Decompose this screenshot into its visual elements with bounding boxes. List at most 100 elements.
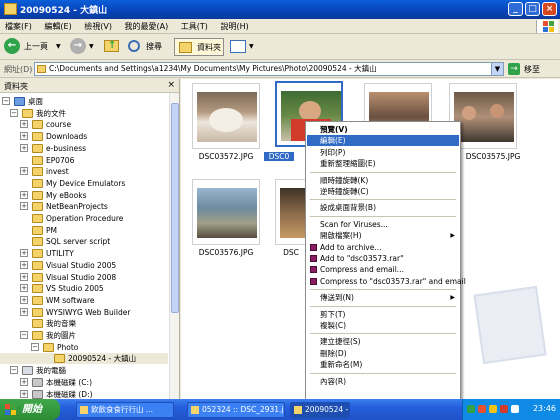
context-menu-item[interactable]: 傳送到(N) ▶ <box>307 292 459 303</box>
menu-favorites[interactable]: 我的最愛(A) <box>120 19 174 34</box>
context-menu-item[interactable]: 設成桌面背景(B) <box>307 202 459 213</box>
tray-app-icon[interactable] <box>511 405 519 413</box>
tree-item[interactable]: + WYSIWYG Web Builder <box>0 307 168 318</box>
network-icon[interactable] <box>467 405 475 413</box>
address-dropdown-button[interactable]: ▼ <box>491 63 503 75</box>
context-menu-item[interactable]: 內容(R) <box>307 376 459 387</box>
context-menu-item[interactable]: 重新整理縮圖(E) <box>307 158 459 169</box>
context-menu-item[interactable]: Add to archive... <box>307 242 459 253</box>
tree-item[interactable]: 我的音樂 <box>0 318 168 329</box>
expand-icon[interactable]: + <box>20 167 28 176</box>
tree-item[interactable]: + VS Studio 2005 <box>0 283 168 294</box>
minimize-button[interactable]: _ <box>508 2 523 16</box>
context-menu-item[interactable]: 複製(C) <box>307 320 459 331</box>
context-menu-item[interactable]: 建立捷徑(S) <box>307 336 459 347</box>
tree-item[interactable]: + WM software <box>0 295 168 306</box>
thumbnail-item[interactable] <box>192 179 260 245</box>
start-button[interactable]: 開始 <box>0 399 60 420</box>
tree-item[interactable]: + My eBooks <box>0 190 168 201</box>
context-menu-item[interactable]: 預覽(V) <box>307 124 459 135</box>
context-menu-item[interactable]: Compress and email... <box>307 264 459 275</box>
expand-icon[interactable]: + <box>20 132 28 141</box>
tree-item[interactable]: + 本機磁碟 (D:) <box>0 389 168 400</box>
back-button[interactable]: ← 上一頁 ▼ <box>4 38 66 56</box>
tree-item[interactable]: − Photo <box>0 342 168 353</box>
expand-icon[interactable]: + <box>20 120 28 129</box>
tree-item[interactable]: 20090524 - 大鎮山 <box>0 353 168 365</box>
tree-scrollbar-thumb[interactable] <box>171 103 179 313</box>
tree-item[interactable]: SQL server script <box>0 236 168 247</box>
tree-scrollbar[interactable] <box>169 93 179 399</box>
context-menu-item[interactable]: Add to "dsc03573.rar" <box>307 253 459 264</box>
maximize-button[interactable]: □ <box>525 2 540 16</box>
expand-icon[interactable]: + <box>20 284 28 293</box>
views-button[interactable]: ▼ <box>230 38 256 56</box>
context-menu-item[interactable]: 順時鐘旋轉(K) <box>307 175 459 186</box>
collapse-icon[interactable]: − <box>2 97 10 105</box>
tree-item[interactable]: + course <box>0 119 168 130</box>
context-menu-item[interactable]: 刪除(D) <box>307 348 459 359</box>
address-input[interactable]: C:\Documents and Settings\a1234\My Docum… <box>34 62 504 76</box>
expand-icon[interactable]: + <box>20 143 28 152</box>
antivirus-icon[interactable] <box>478 405 486 413</box>
expand-icon[interactable]: + <box>20 295 28 304</box>
collapse-icon[interactable]: − <box>10 366 18 375</box>
forward-button[interactable]: → ▼ <box>70 38 96 56</box>
close-icon[interactable]: × <box>167 80 175 90</box>
volume-icon[interactable] <box>489 405 497 413</box>
context-menu-item[interactable]: 剪下(T) <box>307 309 459 320</box>
context-menu-item[interactable]: Scan for Viruses... <box>307 219 459 230</box>
context-menu-item[interactable]: 編輯(E) <box>307 135 459 147</box>
collapse-icon[interactable]: − <box>20 331 28 339</box>
menu-view[interactable]: 檢視(V) <box>79 19 117 34</box>
expand-icon[interactable]: + <box>20 272 28 281</box>
tree-item[interactable]: + 本機磁碟 (C:) <box>0 377 168 388</box>
title-bar[interactable]: 20090524 - 大鎮山 _ □ × <box>0 0 560 19</box>
menu-help[interactable]: 說明(H) <box>215 19 253 34</box>
search-button[interactable]: 搜尋 <box>128 38 168 56</box>
expand-icon[interactable]: + <box>20 249 28 258</box>
close-button[interactable]: × <box>542 2 557 16</box>
menu-edit[interactable]: 編輯(E) <box>39 19 76 34</box>
tree-item[interactable]: + NetBeanProjects <box>0 201 168 212</box>
tree-item[interactable]: EP0706 <box>0 155 168 166</box>
up-folder-button[interactable]: ↑ <box>104 38 122 56</box>
context-menu-item[interactable]: Compress to "dsc03573.rar" and email <box>307 276 466 287</box>
tree-item[interactable]: − 我的電腦 <box>0 365 168 376</box>
tree-item[interactable]: − 我的文件 <box>0 108 168 119</box>
tree-item[interactable]: PM <box>0 225 168 236</box>
go-button[interactable]: 移至 <box>524 64 540 75</box>
tree-item[interactable]: + invest <box>0 166 168 177</box>
expand-icon[interactable]: + <box>20 260 28 269</box>
menu-file[interactable]: 檔案(F) <box>0 19 37 34</box>
menu-tools[interactable]: 工具(T) <box>176 19 213 34</box>
tree-item[interactable]: My Device Emulators <box>0 178 168 189</box>
tree-item[interactable]: + UTILITY <box>0 248 168 259</box>
context-menu-item[interactable]: 列印(P) <box>307 147 459 158</box>
expand-icon[interactable]: + <box>20 202 28 211</box>
tree-item[interactable]: + Visual Studio 2005 <box>0 260 168 271</box>
collapse-icon[interactable]: − <box>10 108 18 117</box>
security-icon[interactable] <box>500 405 508 413</box>
taskbar-item[interactable]: 飲飲食食行行山 ... <box>76 402 174 418</box>
context-menu-item[interactable]: 開啟檔案(H) ▶ <box>307 230 459 241</box>
expand-icon[interactable]: + <box>20 389 28 398</box>
context-menu-item[interactable]: 逆時鐘旋轉(C) <box>307 186 459 197</box>
expand-icon[interactable]: + <box>20 377 28 386</box>
tree-item[interactable]: − 桌面 <box>0 96 168 107</box>
tree-item[interactable]: − 我的圖片 <box>0 330 168 341</box>
tree-item[interactable]: Operation Procedure <box>0 213 168 224</box>
folders-button[interactable]: 資料夾 <box>174 38 224 56</box>
tree-item[interactable]: + e-business <box>0 143 168 154</box>
go-arrow-icon[interactable]: → <box>508 63 520 75</box>
thumbnail-item[interactable] <box>192 83 260 149</box>
tree-item[interactable]: + Visual Studio 2008 <box>0 272 168 283</box>
tree-item[interactable]: + Downloads <box>0 131 168 142</box>
taskbar-item-active[interactable]: 20090524 - 大... <box>290 402 350 418</box>
collapse-icon[interactable]: − <box>31 342 39 351</box>
context-menu-item[interactable]: 重新命名(M) <box>307 359 459 370</box>
expand-icon[interactable]: + <box>20 190 28 199</box>
expand-icon[interactable]: + <box>20 307 28 316</box>
thumbnail-caption: DSC03576.JPG <box>198 248 254 257</box>
taskbar-item[interactable]: 052324 :: DSC_2931.j... <box>187 402 285 418</box>
